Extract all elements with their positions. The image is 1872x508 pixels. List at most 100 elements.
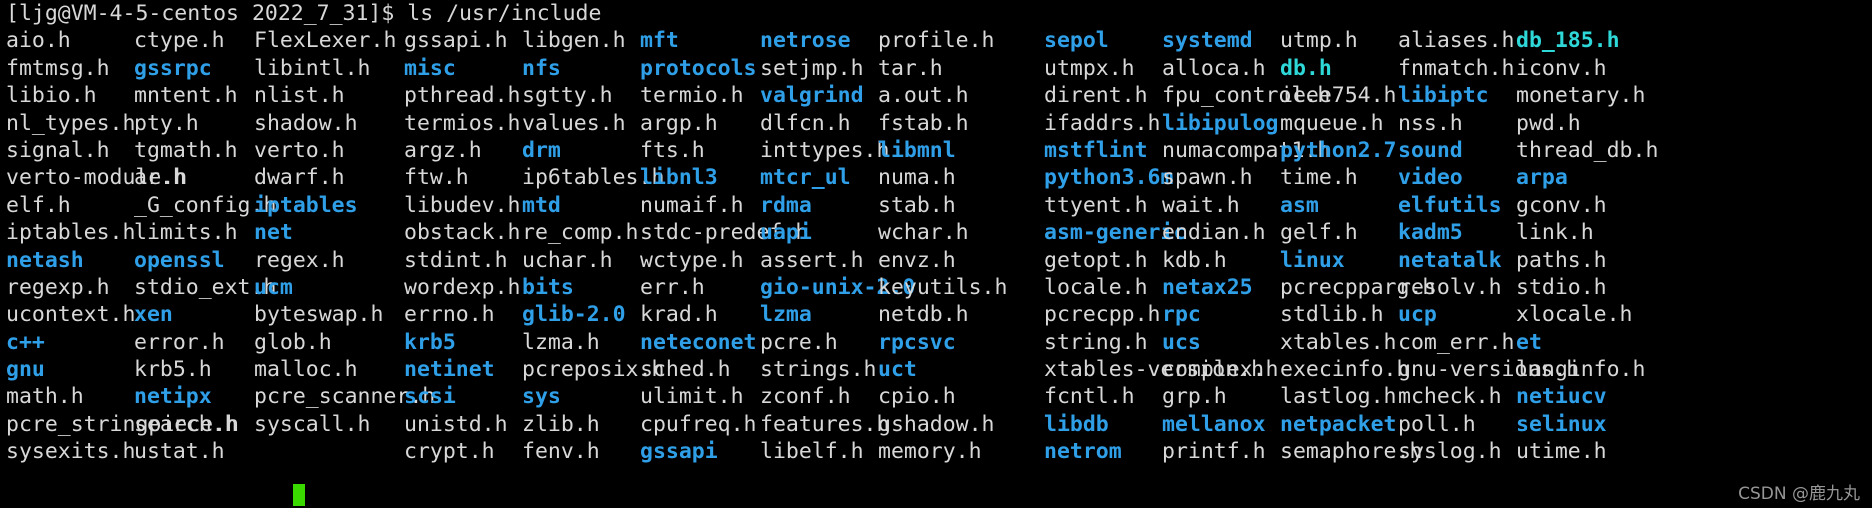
listing-entry: tar.h [878, 55, 943, 81]
listing-entry: endian.h [1162, 220, 1266, 246]
listing-entry: assert.h [760, 247, 864, 273]
listing-entry: unistd.h [404, 411, 508, 437]
listing-entry: libnl3 [640, 165, 718, 191]
listing-entry: verto-module.h [6, 165, 188, 191]
listing-entry: netpacket [1280, 411, 1397, 437]
listing-entry: iptables.h [6, 220, 136, 246]
listing-entry: tgmath.h [134, 137, 238, 163]
listing-entry: complex.h [1162, 357, 1279, 383]
listing-entry: ieee754.h [1280, 83, 1397, 109]
listing-entry: db.h [1280, 55, 1332, 81]
listing-entry: termio.h [640, 83, 744, 109]
listing-entry: keyutils.h [878, 274, 1008, 300]
listing-entry: poll.h [1398, 411, 1476, 437]
listing-entry: netipx [134, 384, 212, 410]
listing-entry: spawn.h [1162, 165, 1253, 191]
listing-entry: grp.h [1162, 384, 1227, 410]
listing-entry: mtcr_ul [760, 165, 851, 191]
listing-entry: pthread.h [404, 83, 521, 109]
listing-entry: langinfo.h [1516, 357, 1646, 383]
listing-entry: gconv.h [1516, 192, 1607, 218]
listing-entry: strings.h [760, 357, 877, 383]
listing-entry: fts.h [640, 137, 705, 163]
listing-entry: ucontext.h [6, 302, 136, 328]
listing-entry: linux [1280, 247, 1345, 273]
listing-entry: wait.h [1162, 192, 1240, 218]
listing-entry: memory.h [878, 439, 982, 465]
listing-entry: protocols [640, 55, 757, 81]
listing-entry: ctype.h [134, 28, 225, 54]
listing-entry: mstflint [1044, 137, 1148, 163]
listing-entry: math.h [6, 384, 84, 410]
listing-entry: sysexits.h [6, 439, 136, 465]
listing-entry: numa.h [878, 165, 956, 191]
listing-entry: lzma.h [522, 329, 600, 355]
listing-entry: gssapi.h [404, 28, 508, 54]
listing-entry: uchar.h [522, 247, 613, 273]
listing-entry: libmnl [878, 137, 956, 163]
listing-entry: regex.h [254, 247, 345, 273]
listing-entry: netax25 [1162, 274, 1253, 300]
listing-entry: link.h [1516, 220, 1594, 246]
listing-entry: mtd [522, 192, 561, 218]
listing-entry: netinet [404, 357, 495, 383]
listing-entry: dwarf.h [254, 165, 345, 191]
listing-entry: rpcsvc [878, 329, 956, 355]
listing-entry: xlocale.h [1516, 302, 1633, 328]
listing-entry: shadow.h [254, 110, 358, 136]
listing-entry: crypt.h [404, 439, 495, 465]
listing-entry: nss.h [1398, 110, 1463, 136]
listing-entry: mellanox [1162, 411, 1266, 437]
listing-entry: sound [1398, 137, 1463, 163]
listing-entry: sched.h [640, 357, 731, 383]
listing-entry: fmtmsg.h [6, 55, 110, 81]
listing-entry: features.h [760, 411, 890, 437]
listing-entry: et [1516, 329, 1542, 355]
listing-entry: asm-generic [1044, 220, 1187, 246]
listing-entry: valgrind [760, 83, 864, 109]
listing-entry: getopt.h [1044, 247, 1148, 273]
terminal-window[interactable]: [ljg@VM-4-5-centos 2022_7_31]$ ls /usr/i… [0, 0, 1872, 508]
listing-entry: neteconet [640, 329, 757, 355]
listing-entry: byteswap.h [254, 302, 384, 328]
listing-entry: obstack.h [404, 220, 521, 246]
listing-entry: utime.h [1516, 439, 1607, 465]
listing-entry-empty [254, 438, 404, 465]
listing-entry: alloca.h [1162, 55, 1266, 81]
listing-entry: python3.6m [1044, 165, 1174, 191]
listing-entry: setjmp.h [760, 55, 864, 81]
watermark: CSDN @鹿九丸 [1738, 484, 1860, 504]
listing-entry: libintl.h [254, 55, 371, 81]
listing-entry: python2.7 [1280, 137, 1397, 163]
listing-entry: values.h [522, 110, 626, 136]
shell-prompt-command: [ljg@VM-4-5-centos 2022_7_31]$ ls /usr/i… [6, 1, 602, 26]
listing-entry: malloc.h [254, 357, 358, 383]
listing-entry: ucs [1162, 329, 1201, 355]
directory-listing: aio.h ctype.h FlexLexer.h gssapi.h libgen.h m… [0, 27, 1872, 493]
listing-entry: limits.h [134, 220, 238, 246]
listing-entry: error.h [134, 329, 225, 355]
listing-entry: aio.h [6, 28, 71, 54]
listing-entry: libio.h [6, 83, 97, 109]
listing-entry: syscall.h [254, 411, 371, 437]
listing-entry: arpa [1516, 165, 1568, 191]
listing-entry: libdb [1044, 411, 1109, 437]
listing-entry: libipulog [1162, 110, 1279, 136]
listing-entry: netrom [1044, 439, 1122, 465]
listing-entry: asm [1280, 192, 1319, 218]
listing-entry: a.out.h [878, 83, 969, 109]
listing-entry: nlist.h [254, 83, 345, 109]
listing-entry: ustat.h [134, 439, 225, 465]
listing-entry: pcrecpp.h [1044, 302, 1161, 328]
listing-entry: db_185.h [1516, 28, 1620, 54]
listing-entry: paths.h [1516, 247, 1607, 273]
listing-entry: c++ [6, 329, 45, 355]
listing-entry: nfs [522, 55, 561, 81]
listing-entry: verto.h [254, 137, 345, 163]
listing-entry: search.h [134, 411, 238, 437]
listing-entry: sys [522, 384, 561, 410]
listing-entry: locale.h [1044, 274, 1148, 300]
listing-entry: stdint.h [404, 247, 508, 273]
listing-entry: utmpx.h [1044, 55, 1135, 81]
listing-entry: netatalk [1398, 247, 1502, 273]
